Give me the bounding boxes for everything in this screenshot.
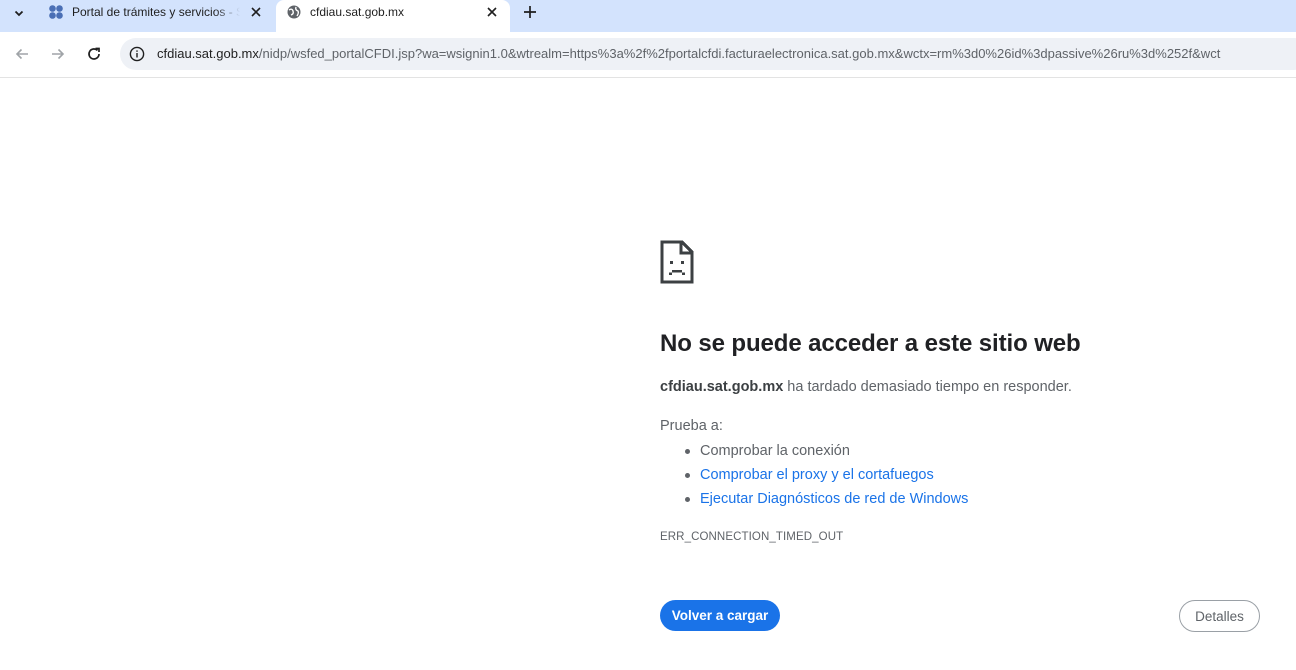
close-tab-icon[interactable]: [248, 4, 264, 20]
suggestion-check-proxy-link[interactable]: Comprobar el proxy y el cortafuegos: [682, 464, 968, 488]
tab-strip: Portal de trámites y servicios - SAT cfd…: [0, 0, 1296, 32]
error-host: cfdiau.sat.gob.mx: [660, 379, 784, 395]
tab-cfdiau[interactable]: cfdiau.sat.gob.mx: [276, 0, 510, 32]
sad-page-icon: [660, 240, 694, 284]
tab-title: Portal de trámites y servicios - SAT: [72, 5, 240, 19]
arrow-right-icon: [52, 48, 65, 60]
error-heading: No se puede acceder a este sitio web: [660, 330, 1081, 357]
sat-favicon-icon: [49, 5, 63, 19]
suggestions-list: Comprobar la conexión Comprobar el proxy…: [682, 440, 968, 512]
url-host: cfdiau.sat.gob.mx: [157, 46, 259, 61]
arrow-left-icon: [15, 48, 28, 60]
error-description: cfdiau.sat.gob.mx ha tardado demasiado t…: [660, 379, 1072, 395]
details-button[interactable]: Detalles: [1179, 600, 1260, 632]
url-text[interactable]: cfdiau.sat.gob.mx/nidp/wsfed_portalCFDI.…: [157, 46, 1220, 61]
new-tab-button[interactable]: [518, 2, 542, 22]
reload-page-button[interactable]: Volver a cargar: [660, 600, 780, 631]
chevron-down-icon: [14, 10, 24, 17]
close-tab-icon[interactable]: [484, 4, 500, 20]
plus-icon: [524, 6, 536, 18]
tab-portal-tramites[interactable]: Portal de trámites y servicios - SAT: [38, 0, 274, 32]
tab-title: cfdiau.sat.gob.mx: [310, 5, 405, 19]
suggestion-network-diagnostics-link[interactable]: Ejecutar Diagnósticos de red de Windows: [682, 488, 968, 512]
back-button[interactable]: [10, 42, 34, 66]
try-label: Prueba a:: [660, 418, 723, 434]
suggestion-check-connection: Comprobar la conexión: [682, 440, 968, 464]
error-message: ha tardado demasiado tiempo en responder…: [783, 379, 1072, 395]
error-code: ERR_CONNECTION_TIMED_OUT: [660, 531, 844, 543]
address-bar[interactable]: cfdiau.sat.gob.mx/nidp/wsfed_portalCFDI.…: [120, 38, 1296, 70]
reload-button[interactable]: [82, 42, 106, 66]
globe-icon: [287, 5, 301, 19]
url-path: /nidp/wsfed_portalCFDI.jsp?wa=wsignin1.0…: [258, 46, 1221, 61]
tab-search-button[interactable]: [6, 1, 32, 25]
browser-toolbar: cfdiau.sat.gob.mx/nidp/wsfed_portalCFDI.…: [0, 32, 1296, 78]
forward-button[interactable]: [46, 42, 70, 66]
site-info-icon[interactable]: [129, 46, 145, 62]
reload-icon: [88, 47, 100, 60]
